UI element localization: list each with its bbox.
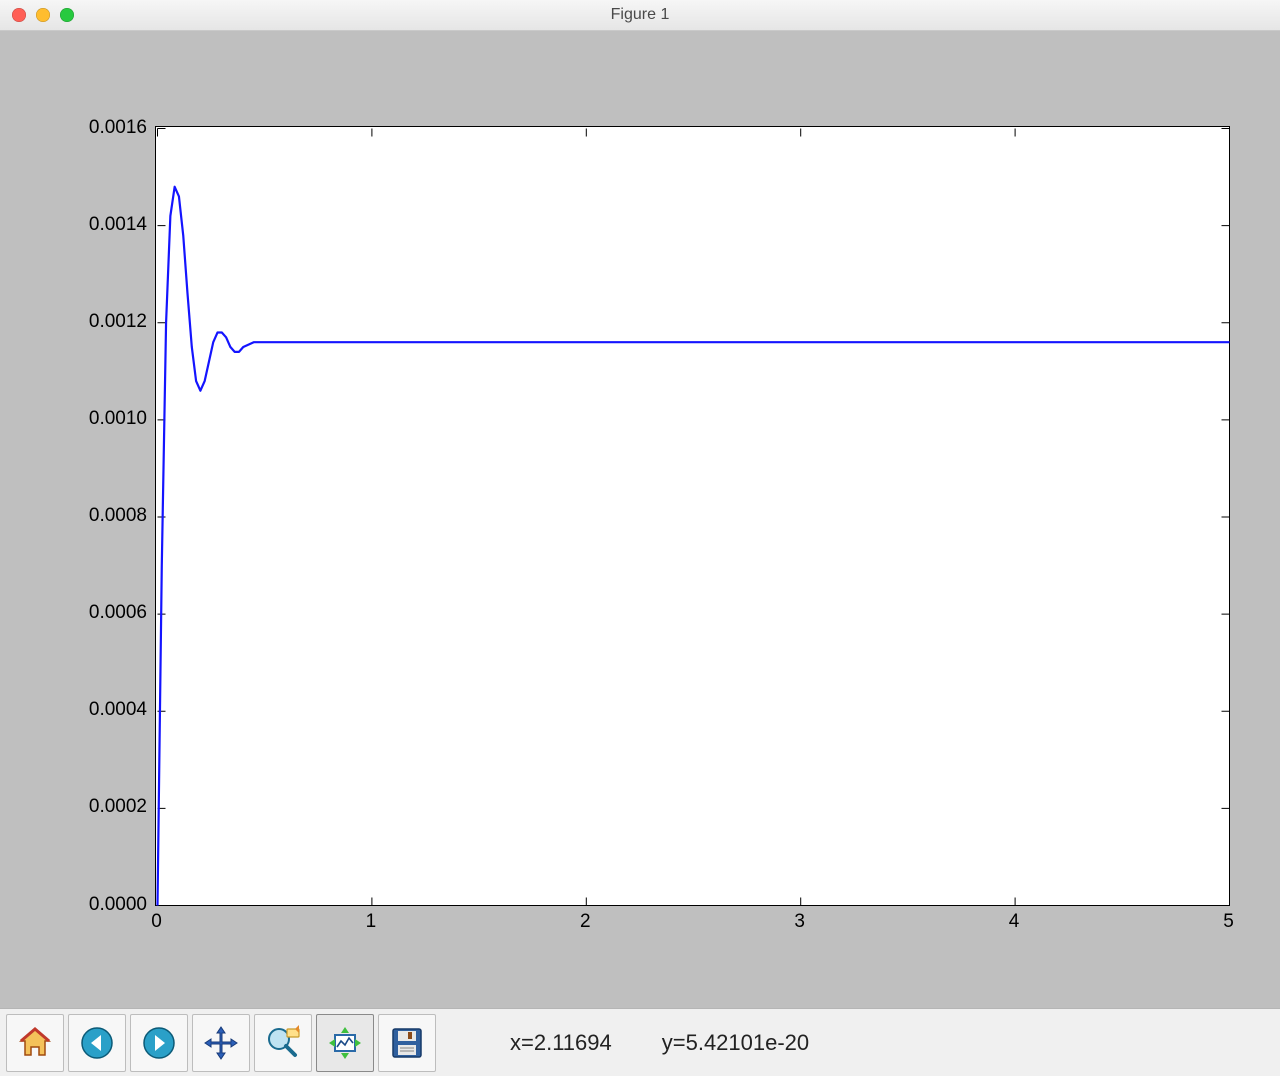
pan-button[interactable] bbox=[192, 1014, 250, 1072]
figure-canvas[interactable]: 0.0000 0.0002 0.0004 0.0006 0.0008 0.0010 0.00… bbox=[0, 31, 1280, 1008]
x-tick-label: 0 bbox=[151, 911, 162, 933]
titlebar: Figure 1 bbox=[0, 0, 1280, 31]
minimize-icon[interactable] bbox=[36, 8, 50, 22]
coord-y: y=5.42101e-20 bbox=[662, 1030, 809, 1056]
y-tick-label: 0.0000 bbox=[89, 894, 147, 916]
save-button[interactable] bbox=[378, 1014, 436, 1072]
coord-x: x=2.11694 bbox=[510, 1030, 612, 1056]
arrow-left-icon bbox=[77, 1023, 117, 1063]
x-tick-label: 1 bbox=[366, 911, 377, 933]
app-window: Figure 1 0.00000.00020.00040.00060.00080… bbox=[0, 0, 1280, 1076]
subplots-button[interactable] bbox=[316, 1014, 374, 1072]
coord-readout: x=2.11694 y=5.42101e-20 bbox=[510, 1030, 809, 1056]
y-tick-label: 0.0008 bbox=[89, 505, 147, 527]
y-tick-label: 0.0010 bbox=[89, 408, 147, 430]
x-tick-label: 5 bbox=[1223, 911, 1234, 933]
forward-button[interactable] bbox=[130, 1014, 188, 1072]
zoom-button[interactable] bbox=[254, 1014, 312, 1072]
save-icon bbox=[387, 1023, 427, 1063]
y-tick-label: 0.0012 bbox=[89, 311, 147, 333]
arrow-right-icon bbox=[139, 1023, 179, 1063]
y-tick-label: 0.0016 bbox=[89, 117, 147, 139]
home-button[interactable] bbox=[6, 1014, 64, 1072]
y-tick-label: 0.0004 bbox=[89, 699, 147, 721]
subplots-icon bbox=[325, 1023, 365, 1063]
x-tick-label: 3 bbox=[794, 911, 805, 933]
x-tick-label: 2 bbox=[580, 911, 591, 933]
window-controls bbox=[12, 8, 74, 22]
window-title: Figure 1 bbox=[0, 6, 1280, 24]
plot-axes bbox=[155, 126, 1230, 906]
zoom-rect-icon bbox=[263, 1023, 303, 1063]
x-tick-label: 4 bbox=[1009, 911, 1020, 933]
nav-toolbar: x=2.11694 y=5.42101e-20 bbox=[0, 1008, 1280, 1076]
fullscreen-icon[interactable] bbox=[60, 8, 74, 22]
close-icon[interactable] bbox=[12, 8, 26, 22]
move-icon bbox=[201, 1023, 241, 1063]
y-tick-label: 0.0006 bbox=[89, 602, 147, 624]
y-tick-label: 0.0014 bbox=[89, 214, 147, 236]
back-button[interactable] bbox=[68, 1014, 126, 1072]
home-icon bbox=[15, 1023, 55, 1063]
y-tick-label: 0.0002 bbox=[89, 796, 147, 818]
line-plot bbox=[156, 127, 1229, 905]
